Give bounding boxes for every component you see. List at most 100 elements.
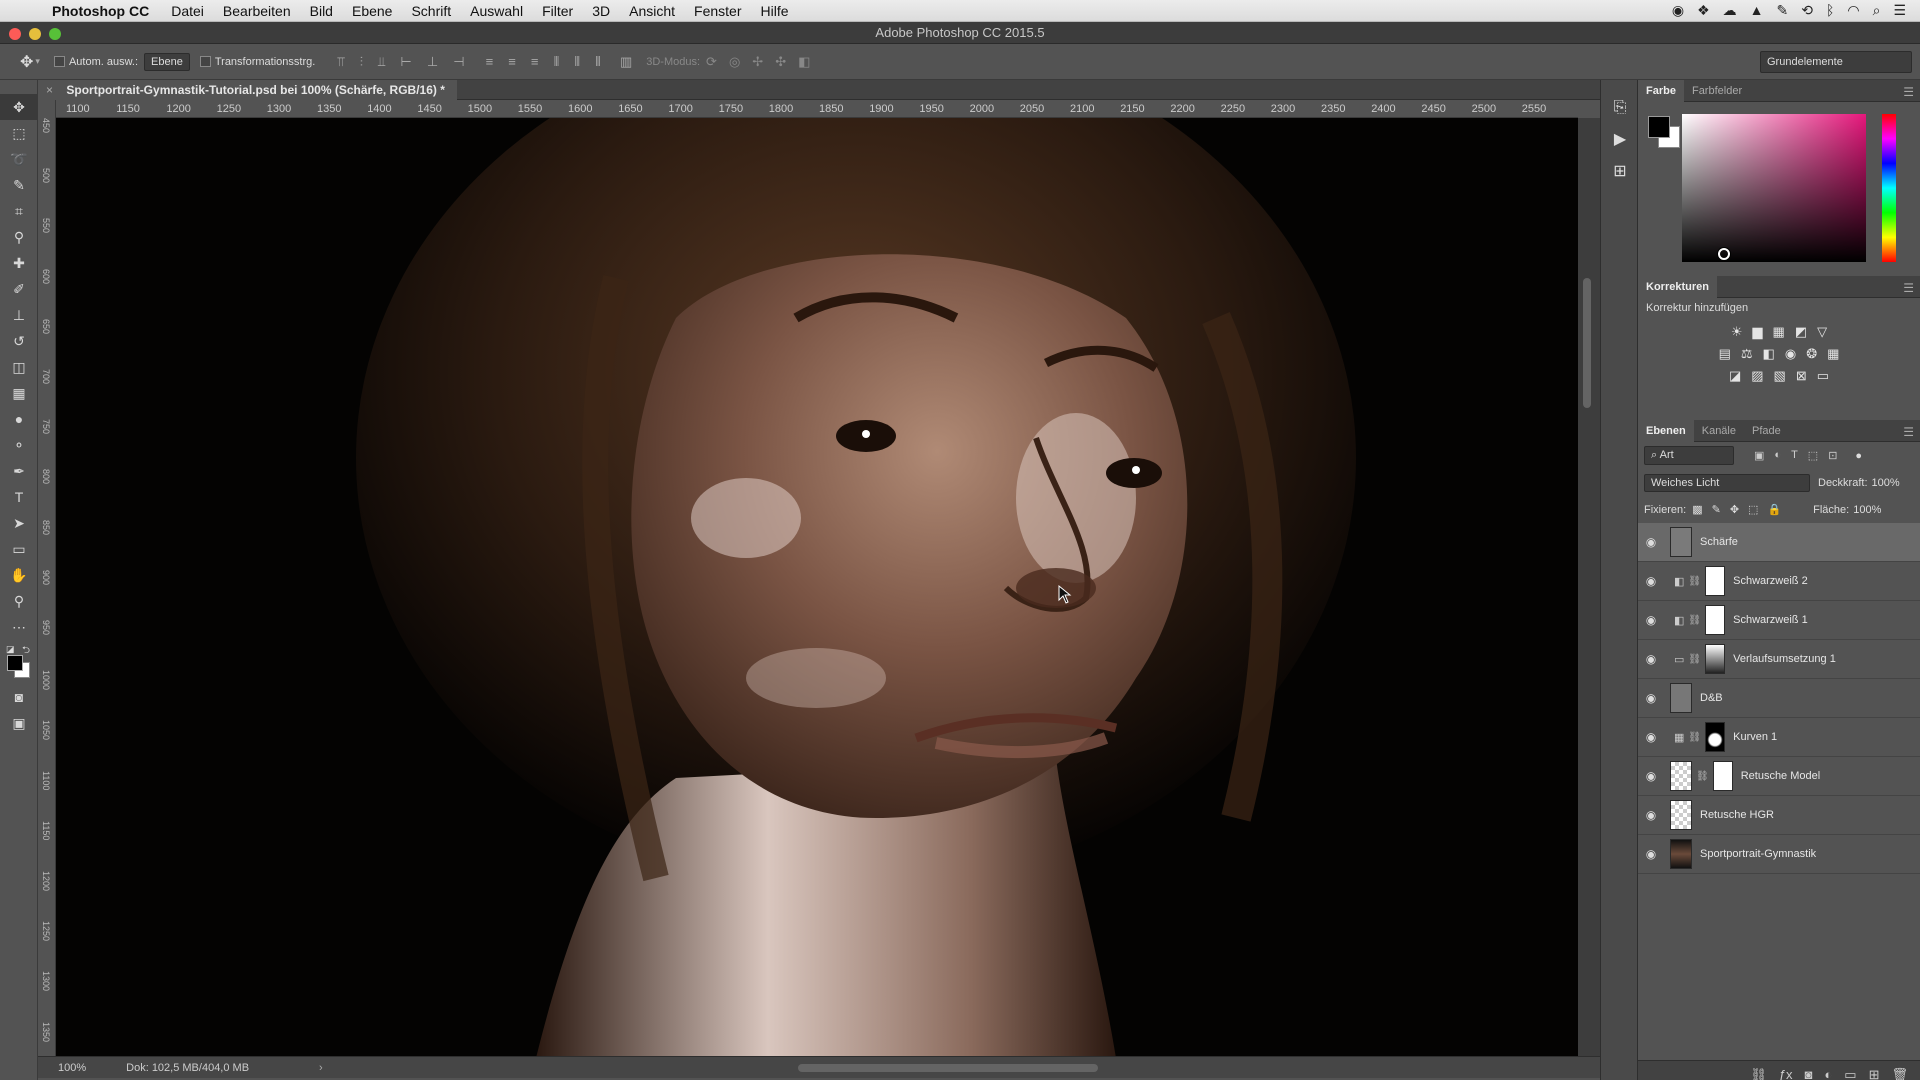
color-picker-handle[interactable] (1718, 248, 1730, 260)
3d-scale-icon[interactable]: ◧ (798, 54, 810, 70)
opacity-value[interactable]: 100% (1872, 477, 1900, 489)
blend-mode-dropdown[interactable]: Weiches Licht (1644, 473, 1810, 492)
distribute-top-icon[interactable]: ≡ (486, 54, 494, 69)
eraser-tool-icon[interactable]: ◫ (0, 354, 38, 380)
tab-adjustments[interactable]: Korrekturen (1638, 275, 1717, 298)
link-layers-icon[interactable]: ⛓ (1750, 1067, 1767, 1080)
drive-icon[interactable]: ▲ (1750, 2, 1764, 19)
foreground-color-swatch[interactable] (1648, 116, 1670, 138)
3d-roll-icon[interactable]: ◎ (729, 54, 740, 70)
photo-filter-icon[interactable]: ◉ (1785, 346, 1796, 362)
zoom-level[interactable]: 100% (58, 1062, 86, 1074)
threshold-icon[interactable]: ▧ (1774, 368, 1786, 384)
transform-controls-checkbox[interactable] (199, 56, 211, 67)
layer-mask-thumbnail[interactable] (1705, 566, 1726, 596)
status-menu-arrow-icon[interactable]: › (319, 1062, 323, 1074)
vertical-scroll-thumb[interactable] (1583, 278, 1591, 408)
visibility-eye-icon[interactable]: ◉ (1638, 652, 1664, 666)
distribute-left-icon[interactable]: ⦀ (554, 54, 560, 69)
wifi-icon[interactable]: ◠ (1847, 2, 1859, 19)
minimize-window-icon[interactable] (29, 28, 41, 40)
posterize-icon[interactable]: ▨ (1751, 368, 1763, 384)
color-panel-menu-icon[interactable]: ☰ (1903, 85, 1914, 99)
visibility-eye-icon[interactable]: ◉ (1638, 730, 1664, 744)
eyedropper-tool-icon[interactable]: ⚲ (0, 224, 38, 250)
visibility-eye-icon[interactable]: ◉ (1638, 769, 1664, 783)
layer-row[interactable]: ◉ ▭ ⛓ Verlaufsumsetzung 1 (1638, 640, 1920, 679)
align-bottom-icon[interactable]: ⫫ (378, 54, 385, 69)
menu-bild[interactable]: Bild (310, 3, 333, 19)
history-brush-tool-icon[interactable]: ↺ (0, 328, 38, 354)
align-vcenter-icon[interactable]: ⫶ (360, 54, 363, 69)
layer-mask-thumbnail[interactable] (1705, 644, 1726, 674)
lock-position-icon[interactable]: ✥ (1730, 503, 1739, 516)
auto-align-icon[interactable]: ▥ (620, 54, 632, 69)
lock-transparency-icon[interactable]: ▩ (1692, 503, 1702, 516)
more-tools-icon[interactable]: ⋯ (0, 614, 38, 640)
invert-icon[interactable]: ◪ (1729, 368, 1741, 384)
layer-style-fx-icon[interactable]: ƒx (1779, 1067, 1793, 1080)
link-chain-icon[interactable]: ⛓ (1688, 615, 1701, 626)
dodge-tool-icon[interactable]: ⚬ (0, 432, 38, 458)
zoom-tool-icon[interactable]: ⚲ (0, 588, 38, 614)
quick-select-tool-icon[interactable]: ✎ (0, 172, 38, 198)
bluetooth-icon[interactable]: ᛒ (1826, 2, 1834, 19)
lock-pixels-icon[interactable]: ✎ (1712, 503, 1721, 516)
lock-all-icon[interactable]: 🔒 (1767, 503, 1781, 516)
tab-color[interactable]: Farbe (1638, 79, 1684, 102)
layer-row[interactable]: ◉ ◧ ⛓ Schwarzweiß 1 (1638, 601, 1920, 640)
3d-drag-icon[interactable]: ✢ (752, 54, 763, 70)
rectangle-tool-icon[interactable]: ▭ (0, 536, 38, 562)
filter-smart-object-icon[interactable]: ⊡ (1828, 449, 1837, 462)
distribute-right-icon[interactable]: ⦀ (595, 54, 601, 69)
move-tool-icon[interactable]: ✥ (0, 94, 38, 120)
align-top-icon[interactable]: ⫪ (337, 54, 344, 69)
layer-row[interactable]: ◉ Schärfe (1638, 523, 1920, 562)
menu-datei[interactable]: Datei (171, 3, 204, 19)
channel-mixer-icon[interactable]: ❂ (1806, 346, 1817, 362)
layer-row[interactable]: ◉ ▦ ⛓ Kurven 1 (1638, 718, 1920, 757)
lasso-tool-icon[interactable]: ➰ (0, 146, 38, 172)
filter-shape-icon[interactable]: ⬚ (1808, 449, 1818, 462)
menu-3d[interactable]: 3D (592, 3, 610, 19)
layer-row[interactable]: ◉ D&B (1638, 679, 1920, 718)
tab-swatches[interactable]: Farbfelder (1684, 80, 1750, 102)
tab-layers[interactable]: Ebenen (1638, 419, 1694, 442)
close-window-icon[interactable] (9, 28, 21, 40)
3d-slide-icon[interactable]: ✣ (775, 54, 786, 70)
auto-select-checkbox[interactable] (53, 56, 65, 67)
color-lookup-icon[interactable]: ▦ (1827, 346, 1839, 362)
link-chain-icon[interactable]: ⛓ (1688, 732, 1701, 743)
delete-layer-trash-icon[interactable]: 🗑 (1891, 1067, 1908, 1080)
layer-mask-thumbnail[interactable] (1705, 722, 1726, 752)
clone-stamp-tool-icon[interactable]: ⊥ (0, 302, 38, 328)
brightness-contrast-icon[interactable]: ☀ (1731, 324, 1743, 340)
horizontal-scroll-thumb[interactable] (798, 1064, 1098, 1072)
brush-tool-icon[interactable]: ✐ (0, 276, 38, 302)
fill-value[interactable]: 100% (1853, 504, 1881, 516)
quick-mask-icon[interactable]: ◙ (0, 684, 38, 710)
distribute-hcenter-icon[interactable]: ⦀ (574, 54, 580, 69)
color-spectrum[interactable] (1682, 114, 1866, 262)
menu-bearbeiten[interactable]: Bearbeiten (223, 3, 291, 19)
gradient-tool-icon[interactable]: ▦ (0, 380, 38, 406)
record-icon[interactable]: ◉ (1672, 2, 1684, 19)
adjustments-menu-icon[interactable]: ☰ (1903, 281, 1914, 295)
3d-rotate-icon[interactable]: ⟳ (706, 54, 717, 70)
marquee-tool-icon[interactable]: ⬚ (0, 120, 38, 146)
visibility-eye-icon[interactable]: ◉ (1638, 808, 1664, 822)
workspace-dropdown[interactable]: Grundelemente (1760, 51, 1912, 73)
zoom-window-icon[interactable] (49, 28, 61, 40)
vibrance-icon[interactable]: ▽ (1817, 324, 1827, 340)
visibility-eye-icon[interactable]: ◉ (1638, 613, 1664, 627)
chevron-down-icon[interactable]: ▾ (35, 56, 40, 67)
healing-brush-tool-icon[interactable]: ✚ (0, 250, 38, 276)
close-document-icon[interactable]: × (46, 83, 53, 97)
exposure-icon[interactable]: ◩ (1795, 324, 1807, 340)
layer-mask-thumbnail[interactable] (1705, 605, 1726, 635)
swap-colors-icon[interactable]: ⮌ (22, 643, 30, 660)
link-chain-icon[interactable]: ⛓ (1696, 771, 1709, 782)
distribute-bottom-icon[interactable]: ≡ (531, 54, 539, 69)
layer-filter-dropdown[interactable]: ⌕ Art (1644, 446, 1734, 465)
black-white-icon[interactable]: ◧ (1763, 346, 1775, 362)
